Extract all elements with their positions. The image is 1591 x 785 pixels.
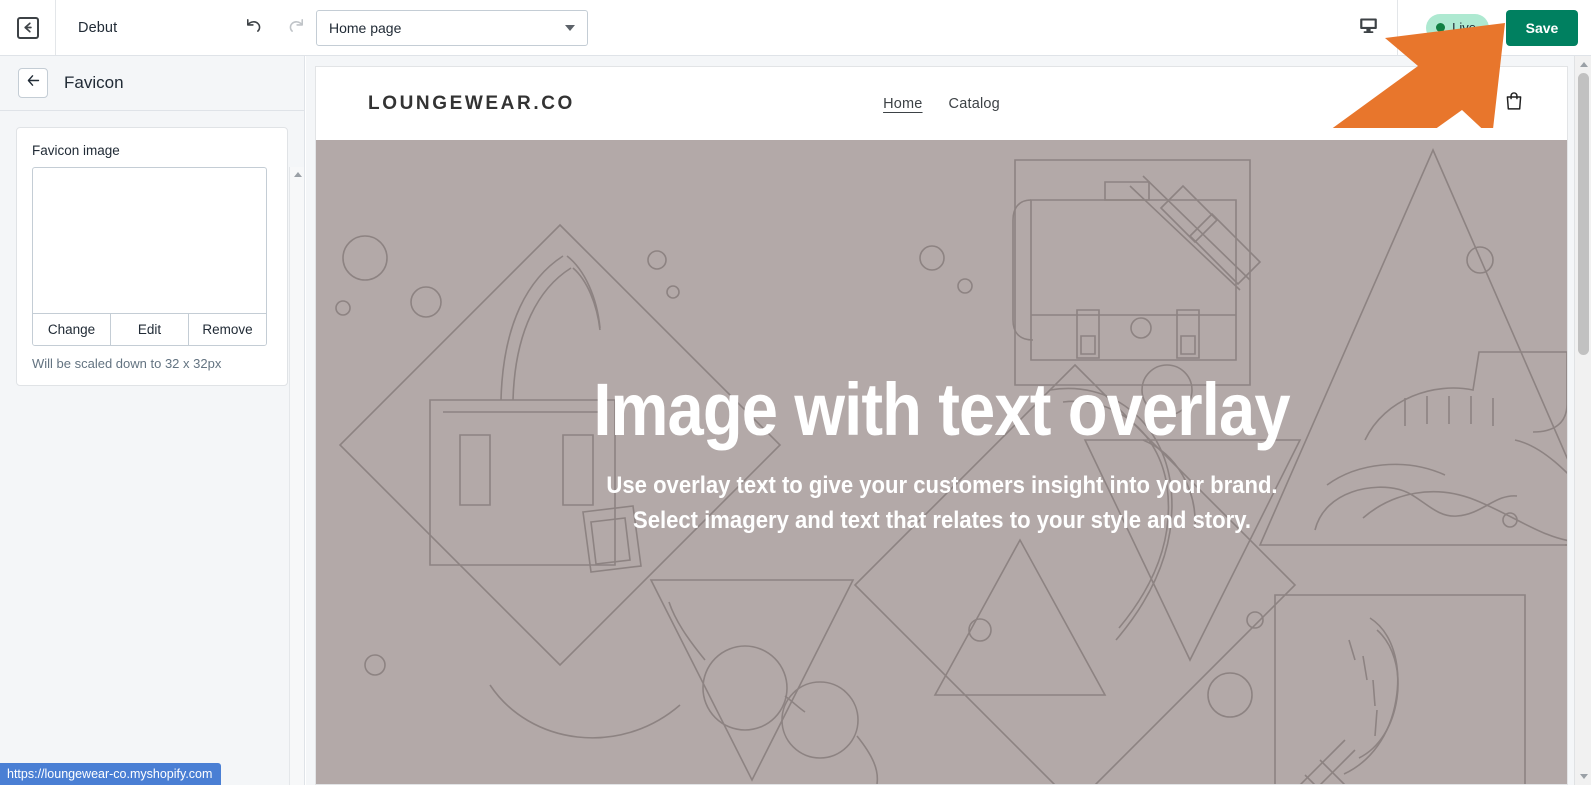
page-selector-dropdown[interactable]: Home page — [316, 9, 588, 46]
theme-editor-window: Debut Home page Live Save Favicon Favico… — [0, 0, 1591, 785]
edit-favicon-button[interactable]: Edit — [111, 314, 189, 345]
remove-favicon-button[interactable]: Remove — [189, 314, 266, 345]
status-bar-url: https://loungewear-co.myshopify.com — [0, 763, 222, 785]
desktop-monitor-icon — [1358, 15, 1379, 41]
storefront-icons — [1455, 90, 1525, 117]
undo-button[interactable] — [238, 13, 268, 43]
nav-link-catalog[interactable]: Catalog — [949, 96, 1000, 112]
scroll-arrow-up-icon[interactable] — [290, 167, 305, 182]
hero-title: Image with text overlay — [593, 368, 1290, 451]
sidebar-scrollbar[interactable] — [289, 167, 304, 785]
sidebar-header: Favicon — [0, 56, 304, 111]
sidebar-content: Favicon image Change Edit Remove Will be… — [0, 111, 304, 785]
redo-arrow-icon — [286, 14, 308, 41]
scroll-arrow-down-icon[interactable] — [1575, 768, 1591, 785]
topbar-right-tools: Live Save — [1340, 0, 1591, 55]
live-status-badge[interactable]: Live — [1426, 13, 1489, 42]
top-toolbar: Debut Home page Live Save — [0, 0, 1591, 56]
favicon-action-buttons: Change Edit Remove — [32, 313, 267, 346]
hero-banner: Image with text overlay Use overlay text… — [316, 140, 1567, 784]
settings-sidebar: Favicon Favicon image Change Edit Remove… — [0, 56, 305, 785]
undo-arrow-icon — [242, 14, 264, 41]
store-preview-frame: LOUNGEWEAR.CO Home Catalog Image with te… — [315, 66, 1568, 785]
exit-editor-button[interactable] — [0, 0, 56, 55]
search-icon[interactable] — [1455, 90, 1477, 117]
live-status-label: Live — [1452, 20, 1476, 35]
arrow-left-box-icon — [16, 16, 39, 39]
scroll-arrow-up-icon[interactable] — [1575, 56, 1591, 73]
sidebar-panel-title: Favicon — [64, 73, 124, 92]
favicon-help-text: Will be scaled down to 32 x 32px — [32, 356, 222, 371]
device-preview-button[interactable] — [1340, 0, 1399, 55]
arrow-left-icon — [26, 73, 41, 93]
store-logo[interactable]: LOUNGEWEAR.CO — [368, 93, 575, 115]
save-button[interactable]: Save — [1506, 9, 1578, 46]
storefront-header: LOUNGEWEAR.CO Home Catalog — [316, 67, 1567, 140]
sidebar-back-button[interactable] — [18, 68, 48, 98]
preview-scrollbar-thumb[interactable] — [1578, 73, 1589, 355]
nav-link-home[interactable]: Home — [883, 96, 922, 112]
preview-scrollbar[interactable] — [1574, 56, 1591, 785]
hero-subtitle: Use overlay text to give your customers … — [605, 472, 1278, 535]
history-controls — [238, 13, 312, 43]
favicon-image-preview[interactable] — [32, 167, 267, 313]
favicon-image-label: Favicon image — [32, 143, 120, 158]
store-preview-area: LOUNGEWEAR.CO Home Catalog Image with te… — [306, 56, 1591, 785]
page-selector-value: Home page — [329, 19, 402, 36]
favicon-settings-card: Favicon image Change Edit Remove Will be… — [16, 127, 288, 386]
redo-button[interactable] — [282, 13, 312, 43]
chevron-down-icon — [565, 24, 575, 31]
live-status-dot — [1436, 23, 1446, 32]
hero-text-block: Image with text overlay Use overlay text… — [316, 372, 1567, 539]
change-favicon-button[interactable]: Change — [33, 314, 111, 345]
theme-name-label: Debut — [78, 19, 118, 36]
shopping-bag-icon[interactable] — [1503, 90, 1525, 117]
